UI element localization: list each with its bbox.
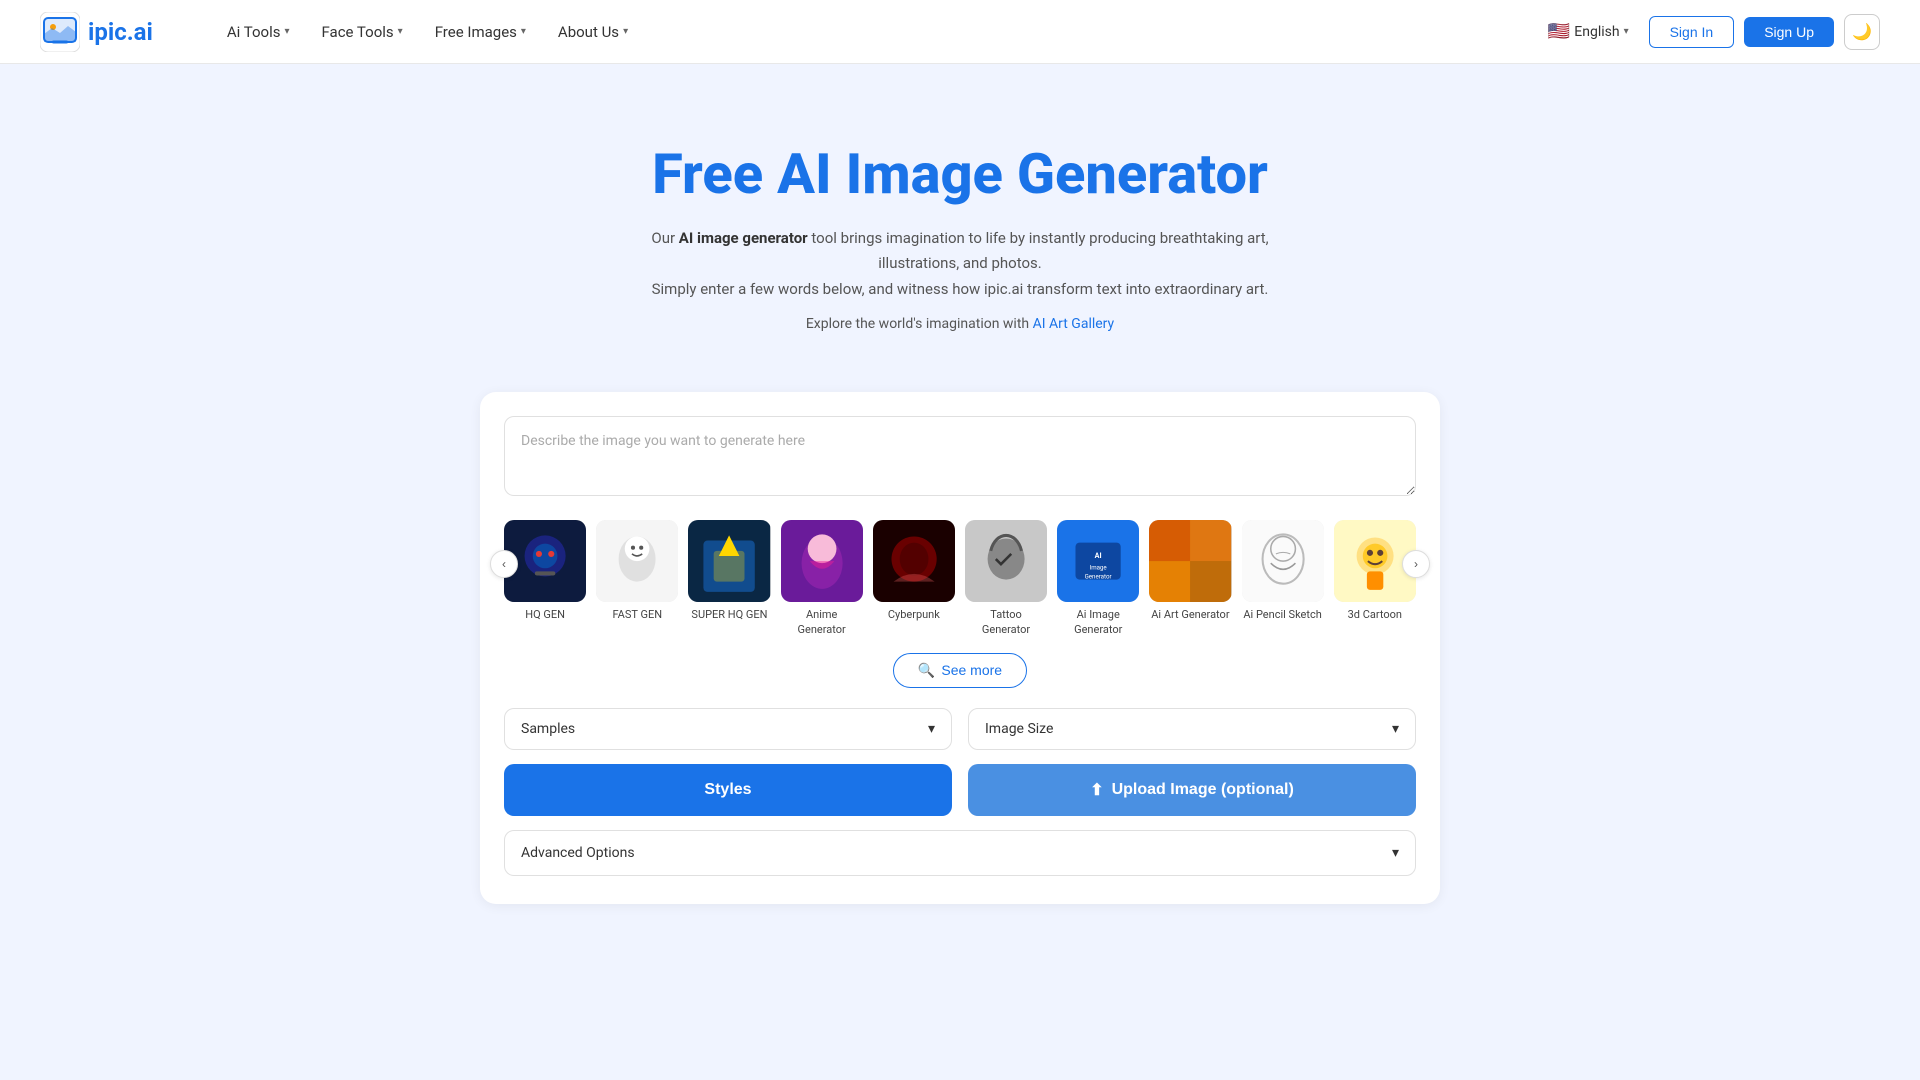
- style-carousel: ‹ HQ GENFAST GENSUPER HQ GENAnime Genera…: [504, 520, 1416, 637]
- carousel-item[interactable]: Anime Generator: [781, 520, 863, 637]
- controls-row: Samples ▾ Image Size ▾: [504, 708, 1416, 750]
- logo-text: ipic.ai: [88, 18, 153, 46]
- chevron-down-icon: ▾: [928, 721, 935, 737]
- chevron-down-icon: ▾: [1392, 845, 1399, 861]
- carousel-item[interactable]: AI Image Generator Ai Image Generator: [1057, 520, 1139, 637]
- nav-about-us[interactable]: About Us ▾: [544, 15, 642, 49]
- carousel-next-button[interactable]: ›: [1402, 550, 1430, 578]
- carousel-item-label: Anime Generator: [781, 608, 863, 637]
- chevron-down-icon: ▾: [1624, 26, 1629, 37]
- upload-icon: ⬆: [1090, 780, 1103, 800]
- logo-icon: [40, 12, 80, 52]
- carousel-item-label: FAST GEN: [596, 608, 678, 622]
- advanced-options-dropdown[interactable]: Advanced Options ▾: [504, 830, 1416, 876]
- carousel-item[interactable]: Tattoo Generator: [965, 520, 1047, 637]
- svg-text:Image: Image: [1090, 563, 1108, 571]
- navbar: ipic.ai Ai Tools ▾ Face Tools ▾ Free Ima…: [0, 0, 1920, 64]
- nav-face-tools[interactable]: Face Tools ▾: [308, 15, 417, 49]
- main-generator-card: ‹ HQ GEN FAST GEN SUPER HQ GEN Anime Genera…: [480, 392, 1440, 904]
- logo-link[interactable]: ipic.ai: [40, 12, 153, 52]
- chevron-down-icon: ▾: [398, 26, 403, 37]
- see-more-button[interactable]: 🔍 See more: [893, 653, 1027, 688]
- carousel-item-label: 3d Cartoon: [1334, 608, 1416, 622]
- hero-section: Free AI Image Generator Our AI image gen…: [0, 64, 1920, 372]
- carousel-prev-button[interactable]: ‹: [490, 550, 518, 578]
- carousel-item[interactable]: SUPER HQ GEN: [688, 520, 770, 637]
- carousel-item[interactable]: 3d Cartoon: [1334, 520, 1416, 637]
- nav-ai-tools[interactable]: Ai Tools ▾: [213, 15, 304, 49]
- carousel-item-label: Cyberpunk: [873, 608, 955, 622]
- nav-links: Ai Tools ▾ Face Tools ▾ Free Images ▾ Ab…: [213, 15, 1538, 49]
- theme-toggle-button[interactable]: 🌙: [1844, 14, 1880, 50]
- chevron-down-icon: ▾: [623, 26, 628, 37]
- signup-button[interactable]: Sign Up: [1744, 17, 1834, 47]
- carousel-item-label: Ai Art Generator: [1149, 608, 1231, 622]
- image-size-dropdown[interactable]: Image Size ▾: [968, 708, 1416, 750]
- chevron-down-icon: ▾: [284, 26, 289, 37]
- language-selector[interactable]: 🇺🇸 English ▾: [1538, 15, 1639, 48]
- carousel-item-label: Ai Image Generator: [1057, 608, 1139, 637]
- hero-gallery-link-container: Explore the world's imagination with AI …: [40, 316, 1880, 332]
- hero-description: Our AI image generator tool brings imagi…: [630, 226, 1290, 303]
- signin-button[interactable]: Sign In: [1649, 16, 1735, 48]
- carousel-item[interactable]: Ai Pencil Sketch: [1242, 520, 1324, 637]
- carousel-item[interactable]: Ai Art Generator: [1149, 520, 1231, 637]
- chevron-down-icon: ▾: [1392, 721, 1399, 737]
- ai-art-gallery-link[interactable]: AI Art Gallery: [1033, 316, 1115, 332]
- svg-text:Generator: Generator: [1085, 573, 1112, 581]
- carousel-item-label: SUPER HQ GEN: [688, 608, 770, 622]
- carousel-item-label: HQ GEN: [504, 608, 586, 622]
- chevron-down-icon: ▾: [521, 26, 526, 37]
- carousel-item-label: Tattoo Generator: [965, 608, 1047, 637]
- action-row: Styles ⬆ Upload Image (optional): [504, 764, 1416, 816]
- samples-dropdown[interactable]: Samples ▾: [504, 708, 952, 750]
- search-icon: 🔍: [918, 662, 935, 679]
- carousel-track: HQ GEN FAST GEN SUPER HQ GEN Anime Generato…: [504, 520, 1416, 637]
- styles-button[interactable]: Styles: [504, 764, 952, 816]
- prompt-input[interactable]: [504, 416, 1416, 496]
- carousel-item[interactable]: Cyberpunk: [873, 520, 955, 637]
- flag-icon: 🇺🇸: [1548, 21, 1570, 42]
- nav-right: 🇺🇸 English ▾ Sign In Sign Up 🌙: [1538, 14, 1880, 50]
- carousel-item[interactable]: HQ GEN: [504, 520, 586, 637]
- carousel-item[interactable]: FAST GEN: [596, 520, 678, 637]
- svg-text:AI: AI: [1095, 551, 1102, 560]
- nav-free-images[interactable]: Free Images ▾: [421, 15, 540, 49]
- carousel-item-label: Ai Pencil Sketch: [1242, 608, 1324, 622]
- upload-image-button[interactable]: ⬆ Upload Image (optional): [968, 764, 1416, 816]
- hero-title: Free AI Image Generator: [40, 144, 1880, 206]
